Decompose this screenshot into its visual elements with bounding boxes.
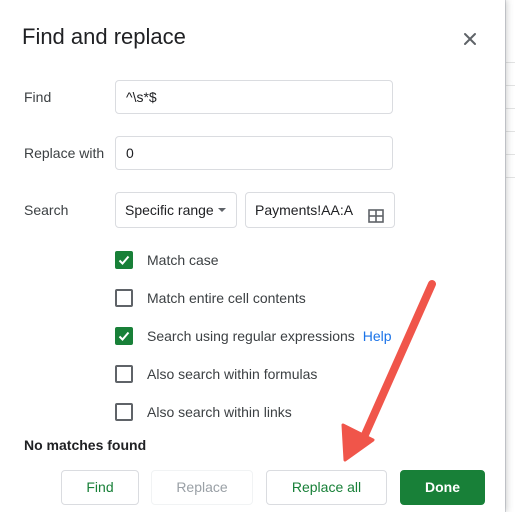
background-spreadsheet xyxy=(505,0,515,512)
option-match-entire-cell[interactable]: Match entire cell contents xyxy=(115,288,306,308)
option-label: Also search within formulas xyxy=(147,366,318,382)
close-icon[interactable] xyxy=(459,28,481,50)
option-label: Match entire cell contents xyxy=(147,290,306,306)
search-label: Search xyxy=(24,202,69,218)
search-scope-dropdown[interactable]: Specific range xyxy=(115,192,237,228)
dialog-title: Find and replace xyxy=(22,24,186,49)
done-button[interactable]: Done xyxy=(400,470,485,505)
checkbox-unchecked[interactable] xyxy=(115,289,133,307)
grid-select-icon[interactable] xyxy=(368,202,384,223)
chevron-down-icon xyxy=(218,208,226,212)
option-label: Match case xyxy=(147,252,219,268)
replace-with-label: Replace with xyxy=(24,145,105,161)
option-search-formulas[interactable]: Also search within formulas xyxy=(115,364,317,384)
option-regular-expressions[interactable]: Search using regular expressions Help xyxy=(115,326,392,346)
range-input[interactable]: Payments!AA:A xyxy=(245,192,395,228)
checkbox-unchecked[interactable] xyxy=(115,403,133,421)
checkbox-unchecked[interactable] xyxy=(115,365,133,383)
replace-all-button[interactable]: Replace all xyxy=(266,470,387,505)
option-match-case[interactable]: Match case xyxy=(115,250,219,270)
find-button[interactable]: Find xyxy=(61,470,139,505)
range-value: Payments!AA:A xyxy=(255,202,354,218)
option-label: Search using regular expressions xyxy=(147,328,355,344)
replace-button[interactable]: Replace xyxy=(151,470,253,505)
replace-input[interactable]: 0 xyxy=(115,136,393,170)
checkbox-checked[interactable] xyxy=(115,251,133,269)
option-label: Also search within links xyxy=(147,404,292,420)
find-label: Find xyxy=(24,89,52,105)
status-message: No matches found xyxy=(24,437,147,453)
help-link[interactable]: Help xyxy=(363,328,392,344)
search-scope-value: Specific range xyxy=(125,202,214,218)
option-search-links[interactable]: Also search within links xyxy=(115,402,292,422)
checkbox-checked[interactable] xyxy=(115,327,133,345)
find-replace-dialog: Find and replace Find ^\s*$ Replace with… xyxy=(0,0,505,512)
find-input[interactable]: ^\s*$ xyxy=(115,80,393,114)
